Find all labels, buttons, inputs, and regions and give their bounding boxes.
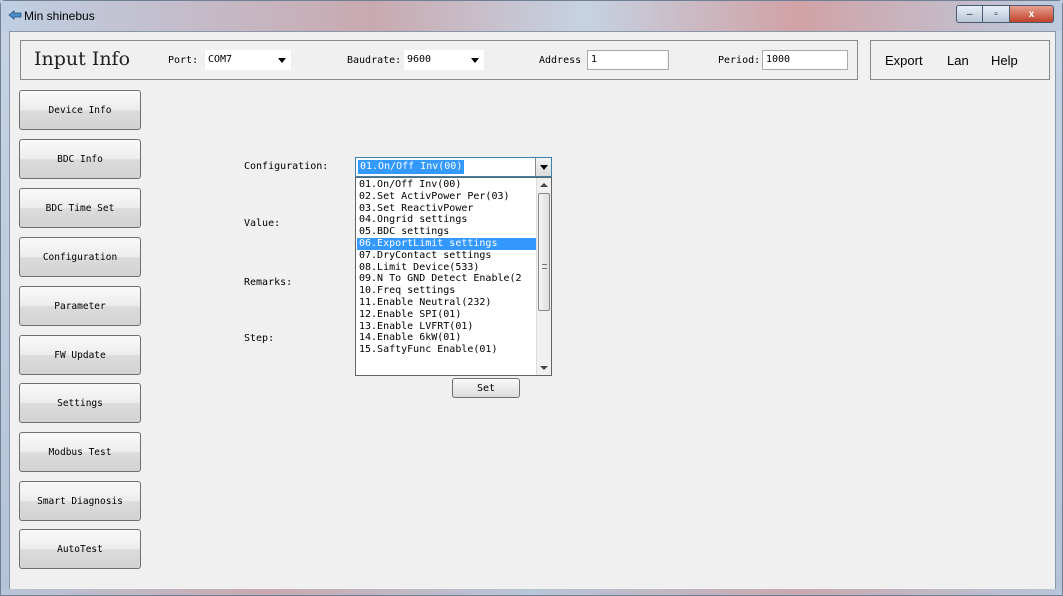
grip-icon: [542, 264, 547, 269]
dropdown-option[interactable]: 07.DryContact settings: [357, 250, 537, 262]
close-button[interactable]: x: [1010, 5, 1054, 23]
dropdown-option[interactable]: 09.N To GND Detect Enable(2: [357, 273, 537, 285]
port-select[interactable]: COM7: [205, 50, 291, 70]
value-label: Value:: [244, 218, 281, 229]
maximize-button[interactable]: ▫: [983, 5, 1010, 23]
input-info-bar: Input Info Port: COM7 Baudrate: 9600 Add…: [20, 40, 858, 80]
dropdown-option[interactable]: 06.ExportLimit settings: [357, 238, 537, 250]
menu-bar: Export Lan Help: [870, 40, 1050, 80]
sidebar-item-device-info[interactable]: Device Info: [19, 90, 141, 130]
dropdown-option[interactable]: 03.Set ReactivPower: [357, 203, 537, 215]
dropdown-option[interactable]: 15.SaftyFunc Enable(01): [357, 344, 537, 356]
configuration-label: Configuration:: [244, 161, 329, 172]
period-field[interactable]: 1000: [762, 50, 848, 70]
title-bar[interactable]: Min shinebus – ▫ x: [1, 1, 1062, 31]
window-bottom-border: [1, 589, 1062, 595]
sidebar-item-settings[interactable]: Settings: [19, 383, 141, 423]
dropdown-option[interactable]: 14.Enable 6kW(01): [357, 332, 537, 344]
dropdown-option[interactable]: 04.Ongrid settings: [357, 214, 537, 226]
set-button[interactable]: Set: [452, 378, 520, 398]
chevron-down-icon[interactable]: [535, 158, 551, 176]
dropdown-scrollbar[interactable]: [536, 178, 551, 375]
dropdown-option[interactable]: 05.BDC settings: [357, 226, 537, 238]
dropdown-option[interactable]: 11.Enable Neutral(232): [357, 297, 537, 309]
dropdown-option[interactable]: 01.On/Off Inv(00): [357, 179, 537, 191]
configuration-dropdown-list[interactable]: 01.On/Off Inv(00) 02.Set ActivPower Per(0…: [355, 177, 552, 376]
close-icon: x: [1028, 8, 1035, 20]
scroll-down-icon[interactable]: [540, 366, 548, 370]
minimize-button[interactable]: –: [956, 5, 983, 23]
window-title: Min shinebus: [24, 9, 95, 23]
step-label: Step:: [244, 333, 275, 344]
sidebar-item-bdc-info[interactable]: BDC Info: [19, 139, 141, 179]
sidebar-item-fw-update[interactable]: FW Update: [19, 335, 141, 375]
dropdown-option[interactable]: 12.Enable SPI(01): [357, 309, 537, 321]
sidebar-item-autotest[interactable]: AutoTest: [19, 529, 141, 569]
baudrate-value: 9600: [407, 54, 432, 65]
baudrate-label: Baudrate:: [347, 55, 402, 66]
chevron-down-icon: [471, 58, 479, 63]
sidebar-item-bdc-time-set[interactable]: BDC Time Set: [19, 188, 141, 228]
period-value: 1000: [766, 54, 791, 65]
client-area: Input Info Port: COM7 Baudrate: 9600 Add…: [9, 31, 1056, 591]
help-menu[interactable]: Help: [991, 53, 1018, 68]
sidebar-item-configuration[interactable]: Configuration: [19, 237, 141, 277]
sidebar-item-smart-diagnosis[interactable]: Smart Diagnosis: [19, 481, 141, 521]
maximize-icon: ▫: [994, 8, 998, 20]
sidebar-item-modbus-test[interactable]: Modbus Test: [19, 432, 141, 472]
remarks-label: Remarks:: [244, 277, 293, 288]
dropdown-option[interactable]: 08.Limit Device(533): [357, 262, 537, 274]
configuration-value: 01.On/Off Inv(00): [358, 160, 465, 174]
dropdown-option[interactable]: 13.Enable LVFRT(01): [357, 321, 537, 333]
dropdown-option[interactable]: 02.Set ActivPower Per(03): [357, 191, 537, 203]
address-field-border: [587, 50, 669, 70]
minimize-icon: –: [966, 8, 973, 20]
app-window: Min shinebus – ▫ x Input Info Port: COM7…: [0, 0, 1063, 596]
sidebar-item-parameter[interactable]: Parameter: [19, 286, 141, 326]
scroll-up-icon[interactable]: [540, 183, 548, 187]
chevron-down-icon: [278, 58, 286, 63]
baudrate-select[interactable]: 9600: [404, 50, 484, 70]
dropdown-option[interactable]: 10.Freq settings: [357, 285, 537, 297]
export-menu[interactable]: Export: [885, 53, 923, 68]
input-info-title: Input Info: [34, 48, 131, 70]
app-icon: [8, 10, 22, 20]
port-label: Port:: [168, 55, 199, 66]
configuration-select[interactable]: 01.On/Off Inv(00): [355, 157, 552, 177]
address-label: Address: [539, 55, 582, 66]
lan-menu[interactable]: Lan: [947, 53, 969, 68]
port-value: COM7: [208, 54, 233, 65]
scrollbar-thumb[interactable]: [538, 193, 550, 311]
period-label: Period:: [718, 55, 761, 66]
